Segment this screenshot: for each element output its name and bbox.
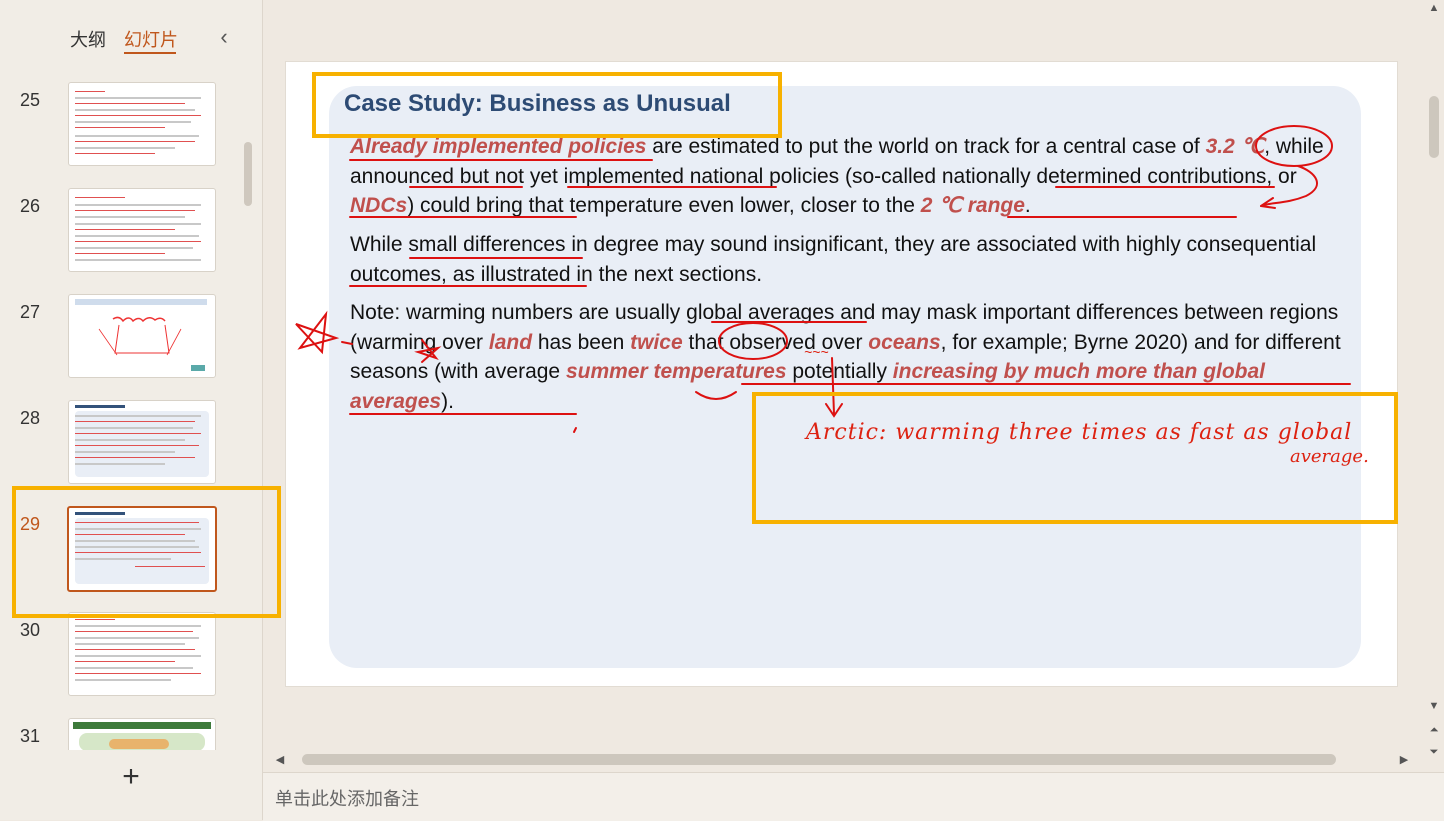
body-text: . (1024, 194, 1031, 217)
plus-icon: + (122, 760, 140, 793)
body-text: potentially (786, 360, 893, 383)
paragraph-differences[interactable]: While small differences in degree may so… (350, 230, 1360, 289)
slide-number: 27 (20, 302, 41, 322)
title-highlight-box (312, 72, 782, 138)
slide-canvas[interactable]: Case Study: Business as Unusual Already … (286, 62, 1398, 686)
scroll-down-icon[interactable]: ▼ (1424, 700, 1444, 712)
chevron-left-icon: ‹ (220, 24, 228, 49)
slide-thumbnail-list[interactable]: 25 26 27 28 29 30 31 (0, 74, 262, 750)
emphasis-text: land (488, 330, 533, 354)
emphasis-text: twice (630, 330, 683, 354)
scroll-left-icon[interactable]: ◀ (270, 753, 290, 766)
active-tab-indicator (124, 52, 176, 54)
slide-panel: 大纲 幻灯片 ‹ 25 26 27 28 29 30 31 + (0, 0, 263, 820)
add-slide-button[interactable]: + (116, 762, 146, 792)
body-text: ). (441, 389, 454, 413)
emphasis-text: 3.2 ℃ (1205, 135, 1265, 158)
slide-thumbnail-26[interactable] (68, 188, 216, 272)
tab-outline[interactable]: 大纲 (70, 26, 106, 52)
vertical-scroll-thumb[interactable] (1429, 96, 1439, 158)
thumbnail-scrollbar[interactable] (244, 142, 252, 206)
speaker-notes-area[interactable]: 单击此处添加备注 (263, 772, 1444, 821)
notes-placeholder: 单击此处添加备注 (275, 789, 419, 809)
body-text: ) could bring that temperature even lowe… (407, 194, 921, 217)
vertical-scrollbar[interactable]: ▲ ▼ ⏶ ⏷ (1424, 0, 1444, 770)
slide-number: 25 (20, 90, 41, 110)
horizontal-scrollbar[interactable]: ◀ ▶ (270, 750, 1420, 770)
emphasis-text: summer temperatures (565, 360, 787, 383)
tab-slides[interactable]: 幻灯片 (124, 26, 178, 52)
emphasis-text: NDCs (350, 194, 408, 217)
body-text: that observed over (682, 330, 869, 354)
emphasis-text: oceans (868, 330, 941, 354)
slide-number: 30 (20, 620, 41, 640)
slide-thumbnail-30[interactable] (68, 612, 216, 696)
body-text: has been (532, 330, 631, 354)
emphasis-text: 2 ℃ range (920, 194, 1025, 217)
slide-number: 31 (20, 726, 41, 746)
body-text: are estimated to put the world on track … (646, 135, 1206, 158)
scroll-right-icon[interactable]: ▶ (1394, 753, 1414, 766)
slide-thumbnail-25[interactable] (68, 82, 216, 166)
horizontal-scroll-thumb[interactable] (302, 754, 1336, 765)
slide-thumbnail-28[interactable] (68, 400, 216, 484)
active-thumbnail-highlight (12, 486, 281, 618)
handwritten-annotation: Arctic: warming three times as fast as g… (806, 420, 1353, 445)
handwritten-annotation-continued: average. (1290, 446, 1369, 467)
handwritten-note-small: ~~~ (804, 344, 829, 360)
collapse-panel-button[interactable]: ‹ (212, 24, 236, 50)
scroll-up-icon[interactable]: ▲ (1424, 2, 1444, 14)
paragraph-policies[interactable]: Already implemented policies are estimat… (350, 132, 1360, 221)
slide-number: 28 (20, 408, 41, 428)
slide-thumbnail-27[interactable] (68, 294, 216, 378)
next-slide-icon[interactable]: ⏷ (1424, 746, 1444, 759)
previous-slide-icon[interactable]: ⏶ (1424, 724, 1444, 737)
slide-thumbnail-31[interactable] (68, 718, 216, 750)
slide-number: 26 (20, 196, 41, 216)
emphasis-text: Already implemented policies (350, 135, 647, 158)
